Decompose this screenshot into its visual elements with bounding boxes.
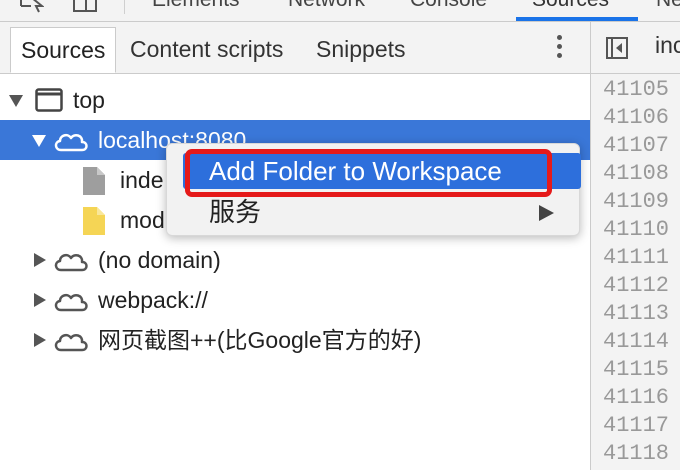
line-number: 41105 — [603, 77, 670, 102]
line-number: 41118 — [603, 441, 670, 466]
editor-pane: inc 41105 41106 41107 41108 41109 41110 41111 4… — [590, 22, 680, 470]
navigator-pane: Sources Content scripts Snippets top loc… — [0, 22, 590, 470]
tree-label: webpack:// — [98, 287, 208, 313]
line-number: 41117 — [603, 413, 670, 438]
line-number: 41113 — [603, 301, 670, 326]
cloud-icon — [54, 333, 88, 352]
active-tab-indicator — [516, 17, 638, 21]
expand-arrow-icon[interactable] — [32, 135, 46, 147]
cloud-icon — [54, 133, 88, 152]
tab-more[interactable]: Ne — [656, 0, 680, 12]
line-number: 41110 — [603, 217, 670, 242]
file-icon — [83, 207, 105, 235]
editor-file-tab[interactable]: inc — [655, 32, 680, 59]
editor-tabbar: inc — [591, 22, 680, 74]
tab-console[interactable]: Console — [410, 0, 487, 12]
tab-network[interactable]: Network — [288, 0, 365, 12]
file-icon — [83, 167, 105, 195]
nav-tab-sources[interactable]: Sources — [10, 27, 117, 73]
kebab-menu-icon[interactable] — [552, 35, 566, 63]
tree-label: mod — [120, 207, 165, 233]
submenu-arrow-icon — [539, 205, 554, 221]
tab-elements[interactable]: Elements — [152, 0, 240, 12]
menu-item-services[interactable]: 服务 — [167, 194, 581, 230]
nav-tab-content-scripts[interactable]: Content scripts — [130, 27, 283, 73]
toolbar-divider — [124, 0, 125, 14]
tree-row-extension[interactable]: 网页截图++(比Google官方的好) — [0, 320, 590, 360]
tree-row-webpack[interactable]: webpack:// — [0, 280, 590, 320]
expand-arrow-icon[interactable] — [9, 95, 23, 107]
line-number: 41114 — [603, 329, 670, 354]
tree-label: (no domain) — [98, 247, 221, 273]
toggle-navigator-icon[interactable] — [606, 37, 628, 59]
cloud-icon — [54, 293, 88, 312]
navigator-tabbar: Sources Content scripts Snippets — [0, 22, 590, 74]
tree-row-no-domain[interactable]: (no domain) — [0, 240, 590, 280]
nav-tab-snippets[interactable]: Snippets — [316, 27, 406, 73]
collapse-arrow-icon[interactable] — [34, 293, 46, 307]
line-number-gutter: 41105 41106 41107 41108 41109 41110 41111 41112… — [591, 75, 680, 470]
tree-label: top — [73, 87, 105, 113]
device-toolbar-icon[interactable] — [72, 0, 98, 14]
inspect-element-icon[interactable] — [18, 0, 44, 14]
line-number: 41116 — [603, 385, 670, 410]
line-number: 41112 — [603, 273, 670, 298]
collapse-arrow-icon[interactable] — [34, 333, 46, 347]
line-number: 41115 — [603, 357, 670, 382]
devtools-tabbar: Elements Network Console Sources Ne — [0, 0, 680, 22]
collapse-arrow-icon[interactable] — [34, 253, 46, 267]
line-number: 41111 — [603, 245, 670, 270]
cloud-icon — [54, 253, 88, 272]
line-number: 41107 — [603, 133, 670, 158]
line-number: 41109 — [603, 189, 670, 214]
tree-label: 网页截图++(比Google官方的好) — [98, 327, 422, 353]
frame-icon — [35, 88, 63, 112]
tab-sources[interactable]: Sources — [532, 0, 609, 12]
line-number: 41106 — [603, 105, 670, 130]
tree-label: inde — [120, 167, 164, 193]
menu-item-label: 服务 — [209, 197, 262, 227]
highlight-annotation — [185, 149, 552, 197]
line-number: 41108 — [603, 161, 670, 186]
tree-row-top[interactable]: top — [0, 80, 590, 120]
